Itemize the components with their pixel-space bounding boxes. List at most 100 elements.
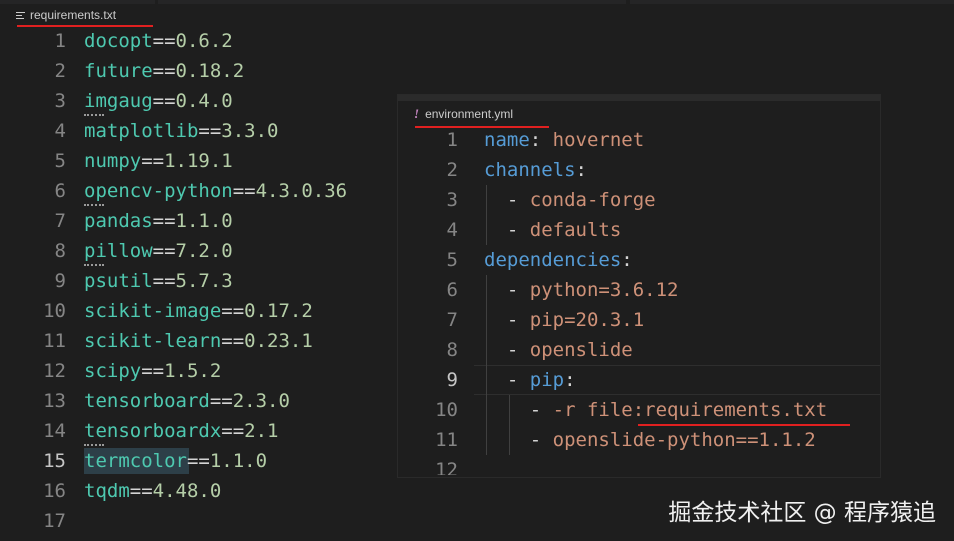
version-number: 0.6.2 — [175, 30, 233, 52]
line-number: 12 — [43, 360, 66, 382]
code-line[interactable]: termcolor==1.1.0 — [84, 446, 267, 476]
line-number: 10 — [435, 399, 458, 421]
yaml-punctuation: - — [484, 279, 530, 301]
code-line[interactable]: scikit-image==0.17.2 — [84, 296, 313, 326]
line-number: 15 — [43, 450, 66, 472]
code-line[interactable]: pillow==7.2.0 — [84, 236, 233, 266]
yaml-exclamation-icon: ! — [414, 106, 420, 121]
yaml-key: dependencies — [484, 249, 622, 271]
version-number: 7.2.0 — [175, 240, 233, 262]
line-number: 8 — [54, 240, 66, 262]
code-line[interactable]: - openslide — [484, 335, 633, 365]
yaml-value: conda-forge — [529, 189, 656, 211]
code-line[interactable]: opencv-python==4.3.0.36 — [84, 176, 347, 206]
version-operator: == — [221, 330, 245, 352]
yaml-punctuation: : — [564, 369, 576, 391]
line-number: 9 — [54, 270, 66, 292]
package-name: future — [84, 60, 153, 82]
version-number: 2.3.0 — [232, 390, 290, 412]
line-number: 4 — [54, 120, 66, 142]
line-number: 12 — [435, 459, 458, 475]
version-operator: == — [141, 360, 165, 382]
line-number: 2 — [446, 159, 458, 181]
tab-bar-strip — [630, 0, 954, 4]
code-line[interactable]: tensorboardx==2.1 — [84, 416, 279, 446]
code-line[interactable]: dependencies: — [484, 245, 633, 275]
line-number: 11 — [435, 429, 458, 451]
package-name: psutil — [84, 270, 153, 292]
version-number: 4.3.0.36 — [255, 180, 348, 202]
package-name: tqdm — [84, 480, 130, 502]
code-line[interactable]: scikit-learn==0.23.1 — [84, 326, 313, 356]
lines-file-icon — [16, 11, 25, 20]
yaml-punctuation: - — [484, 339, 530, 361]
yaml-value: openslide — [529, 339, 633, 361]
tab-requirements[interactable]: requirements.txt — [16, 6, 116, 24]
version-number: 0.17.2 — [244, 300, 313, 322]
version-number: 0.4.0 — [175, 90, 233, 112]
code-line[interactable]: tensorboard==2.3.0 — [84, 386, 290, 416]
code-line[interactable]: name: hovernet — [484, 125, 644, 155]
version-number: 0.23.1 — [244, 330, 313, 352]
yaml-punctuation: : — [621, 249, 633, 271]
code-line[interactable]: numpy==1.19.1 — [84, 146, 233, 176]
line-number: 2 — [54, 60, 66, 82]
version-operator: == — [152, 270, 176, 292]
code-line[interactable]: docopt==0.6.2 — [84, 26, 233, 56]
code-line[interactable]: - pip=20.3.1 — [484, 305, 644, 335]
package-name: tensorboard — [84, 390, 210, 412]
version-number: 0.18.2 — [175, 60, 245, 82]
version-number: 5.7.3 — [175, 270, 233, 292]
version-operator: == — [152, 60, 176, 82]
yaml-punctuation: : — [529, 129, 553, 151]
package-name: scikit-learn — [84, 330, 222, 352]
version-operator: == — [221, 420, 245, 442]
line-number: 9 — [446, 369, 458, 391]
code-line[interactable]: - openslide-python==1.1.2 — [484, 425, 816, 455]
tab-bar-strip — [0, 0, 155, 4]
version-operator: == — [141, 150, 165, 172]
line-number: 17 — [43, 510, 66, 532]
code-line[interactable]: imgaug==0.4.0 — [84, 86, 233, 116]
code-line[interactable]: psutil==5.7.3 — [84, 266, 233, 296]
version-number: 1.5.2 — [164, 360, 222, 382]
version-operator: == — [152, 30, 176, 52]
line-number: 5 — [54, 150, 66, 172]
code-line[interactable]: channels: — [484, 155, 587, 185]
code-line[interactable]: - -r file:requirements.txt — [484, 395, 827, 425]
yaml-key: pip — [529, 369, 565, 391]
code-line[interactable]: scipy==1.5.2 — [84, 356, 221, 386]
version-operator: == — [129, 480, 153, 502]
package-name: docopt — [84, 30, 153, 52]
environment-editor-panel[interactable]: ! environment.yml 1 name: hovernet 2 channe… — [398, 95, 880, 477]
yaml-value: openslide-python==1.1.2 — [552, 429, 816, 451]
version-number: 1.19.1 — [164, 150, 233, 172]
yaml-value: pip=20.3.1 — [529, 309, 645, 331]
package-name: scikit-image — [84, 300, 222, 322]
version-operator: == — [186, 450, 210, 472]
yaml-punctuation: - — [484, 399, 553, 421]
code-line[interactable]: - defaults — [484, 215, 621, 245]
version-operator: == — [232, 180, 256, 202]
package-name: pandas — [84, 210, 153, 232]
code-line[interactable]: future==0.18.2 — [84, 56, 244, 86]
version-operator: == — [152, 240, 176, 262]
code-line[interactable]: - pip: — [484, 365, 576, 395]
line-number: 3 — [54, 90, 66, 112]
tab-environment[interactable]: ! environment.yml — [414, 106, 513, 122]
version-number: 2.1 — [244, 420, 279, 442]
code-line[interactable]: - conda-forge — [484, 185, 656, 215]
annotation-underline — [638, 424, 851, 426]
package-name: termcolor — [84, 450, 187, 472]
yaml-punctuation: - — [484, 369, 530, 391]
yaml-value: -r file:requirements.txt — [552, 399, 828, 421]
code-line[interactable]: tqdm==4.48.0 — [84, 476, 221, 506]
yaml-value: python=3.6.12 — [529, 279, 679, 301]
code-line[interactable]: - python=3.6.12 — [484, 275, 679, 305]
package-name: scipy — [84, 360, 142, 382]
package-name: tensorboardx — [84, 420, 222, 442]
code-line[interactable]: matplotlib==3.3.0 — [84, 116, 278, 146]
tab-title: requirements.txt — [30, 8, 117, 22]
package-name: imgaug — [84, 90, 153, 112]
code-line[interactable]: pandas==1.1.0 — [84, 206, 233, 236]
